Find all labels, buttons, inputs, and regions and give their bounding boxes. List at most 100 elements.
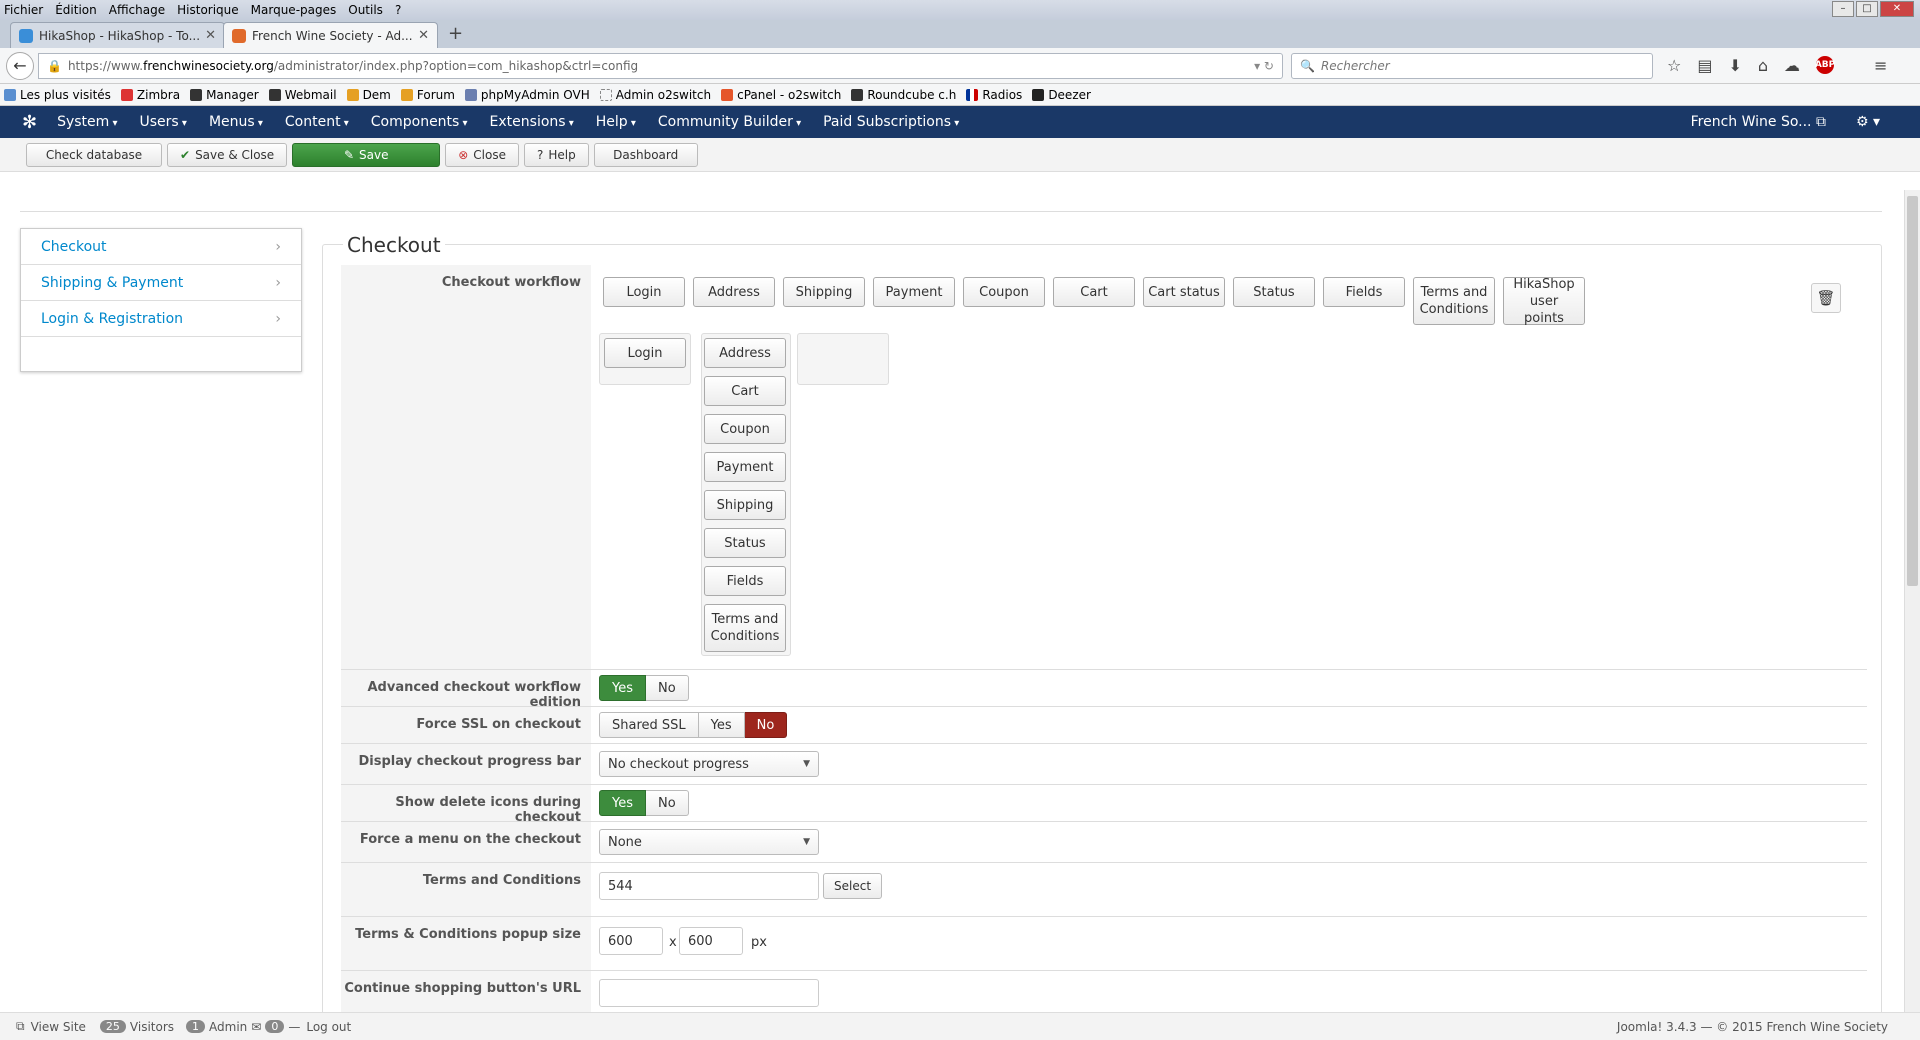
url-bar[interactable]: 🔒 https://www. frenchwinesociety.org/admi…	[38, 52, 1283, 79]
trash-icon[interactable]: 🗑	[1811, 283, 1841, 313]
chat-icon[interactable]: ☁	[1784, 56, 1800, 75]
menu-paid-subscriptions[interactable]: Paid Subscriptions	[823, 114, 959, 130]
close-button[interactable]: ⊗ Close	[445, 142, 519, 167]
dashboard-button[interactable]: Dashboard	[593, 142, 698, 167]
workflow-step-item[interactable]: Fields	[704, 566, 786, 596]
workflow-palette-payment[interactable]: Payment	[873, 277, 955, 307]
workflow-step-item[interactable]: Shipping	[704, 490, 786, 520]
mail-icon[interactable]: ✉	[251, 1020, 261, 1034]
bookmark-item[interactable]: Webmail	[268, 88, 337, 102]
close-tab-icon[interactable]: ✕	[418, 28, 429, 43]
workflow-step-item[interactable]: Cart	[704, 376, 786, 406]
tab-hikashop[interactable]: HikaShop - HikaShop - To... ✕	[10, 22, 225, 48]
terms-article-input[interactable]: 544	[599, 872, 819, 900]
menu-menus[interactable]: Menus	[209, 114, 263, 130]
download-icon[interactable]: ⬇	[1728, 56, 1741, 75]
bookmark-item[interactable]: phpMyAdmin OVH	[464, 88, 590, 102]
workflow-palette-address[interactable]: Address	[693, 277, 775, 307]
site-link[interactable]: French Wine So... ⧉	[1691, 114, 1826, 130]
bookmark-item[interactable]: Zimbra	[120, 88, 180, 102]
popup-height-input[interactable]: 600	[679, 927, 743, 955]
workflow-palette-status[interactable]: Status	[1233, 277, 1315, 307]
sidebar-item-login-registration[interactable]: Login & Registration ›	[21, 301, 301, 337]
yes-button[interactable]: Yes	[599, 790, 646, 816]
bookmark-item[interactable]: Deezer	[1032, 88, 1091, 102]
no-button[interactable]: No	[646, 675, 689, 701]
workflow-palette-cart[interactable]: Cart	[1053, 277, 1135, 307]
check-database-button[interactable]: Check database	[26, 142, 162, 167]
hamburger-menu-icon[interactable]: ≡	[1874, 56, 1887, 75]
workflow-step-item[interactable]: Terms and Conditions	[704, 604, 786, 652]
back-button[interactable]: ←	[6, 51, 34, 80]
no-button[interactable]: No	[646, 790, 689, 816]
bookmark-item[interactable]: Radios	[966, 88, 1022, 102]
menu-edition[interactable]: Édition	[55, 3, 97, 17]
workflow-step-item[interactable]: Status	[704, 528, 786, 558]
adblock-icon[interactable]: ABP	[1815, 56, 1835, 74]
close-tab-icon[interactable]: ✕	[205, 28, 216, 43]
tab-french-wine-society[interactable]: French Wine Society - Ad... ✕	[223, 22, 438, 48]
workflow-palette-fields[interactable]: Fields	[1323, 277, 1405, 307]
search-input[interactable]: 🔍 Rechercher	[1291, 52, 1653, 79]
star-icon[interactable]: ☆	[1667, 56, 1681, 75]
close-window-button[interactable]: ✕	[1880, 1, 1914, 17]
home-icon[interactable]: ⌂	[1758, 56, 1768, 75]
menu-extensions[interactable]: Extensions	[490, 114, 574, 130]
save-close-button[interactable]: ✔ Save & Close	[167, 142, 288, 167]
continue-url-input[interactable]	[599, 979, 819, 1007]
menu-help[interactable]: Help	[596, 114, 636, 130]
bookmark-item[interactable]: Roundcube c.h	[851, 88, 956, 102]
workflow-step-item[interactable]: Address	[704, 338, 786, 368]
workflow-palette-terms[interactable]: Terms and Conditions	[1413, 277, 1495, 325]
menu-help[interactable]: ?	[395, 3, 401, 17]
view-site-link[interactable]: View Site	[31, 1020, 86, 1034]
bookmark-item[interactable]: Forum	[400, 88, 455, 102]
menu-components[interactable]: Components	[371, 114, 468, 130]
workflow-palette-login[interactable]: Login	[603, 277, 685, 307]
force-menu-select[interactable]: None ▼	[599, 829, 819, 855]
new-tab-icon[interactable]: +	[448, 23, 463, 44]
select-article-button[interactable]: Select	[823, 873, 883, 899]
workflow-step-new[interactable]	[797, 333, 889, 385]
menu-community-builder[interactable]: Community Builder	[658, 114, 801, 130]
menu-outils[interactable]: Outils	[348, 3, 383, 17]
workflow-palette-cart-status[interactable]: Cart status	[1143, 277, 1225, 307]
joomla-logo-icon[interactable]: ✻	[22, 112, 37, 133]
yes-button[interactable]: Yes	[599, 675, 646, 701]
bookmark-item[interactable]: Dem	[346, 88, 391, 102]
yes-button[interactable]: Yes	[698, 712, 745, 738]
menu-marque-pages[interactable]: Marque-pages	[251, 3, 337, 17]
workflow-step-item[interactable]: Login	[604, 338, 686, 368]
menu-system[interactable]: System	[57, 114, 117, 130]
menu-fichier[interactable]: Fichier	[4, 3, 43, 17]
menu-users[interactable]: Users	[140, 114, 187, 130]
menu-content[interactable]: Content	[285, 114, 349, 130]
popup-width-input[interactable]: 600	[599, 927, 663, 955]
bookmark-item[interactable]: Les plus visités	[4, 88, 111, 102]
workflow-palette-user-points[interactable]: HikaShop user points	[1503, 277, 1585, 326]
reading-list-icon[interactable]: ▤	[1697, 56, 1712, 75]
save-button[interactable]: ✎ Save	[292, 142, 441, 167]
menu-affichage[interactable]: Affichage	[109, 3, 165, 17]
reload-icon[interactable]: ▾ ↻	[1254, 59, 1274, 73]
bookmark-item[interactable]: Manager	[190, 88, 259, 102]
minimize-button[interactable]: –	[1832, 1, 1854, 17]
sidebar-item-shipping-payment[interactable]: Shipping & Payment ›	[21, 265, 301, 301]
logout-link[interactable]: Log out	[306, 1020, 351, 1034]
workflow-palette-shipping[interactable]: Shipping	[783, 277, 865, 307]
scrollbar-thumb[interactable]	[1907, 196, 1918, 586]
progress-bar-select[interactable]: No checkout progress ▼	[599, 751, 819, 777]
menu-historique[interactable]: Historique	[177, 3, 239, 17]
bookmark-item[interactable]: cPanel - o2switch	[721, 88, 841, 102]
shared-ssl-button[interactable]: Shared SSL	[599, 712, 699, 738]
maximize-button[interactable]: □	[1856, 1, 1878, 17]
help-button[interactable]: ? Help	[523, 142, 589, 167]
workflow-step-item[interactable]: Payment	[704, 452, 786, 482]
bookmark-item[interactable]: Admin o2switch	[599, 88, 711, 102]
gear-icon[interactable]: ⚙ ▾	[1856, 114, 1880, 130]
workflow-step-item[interactable]: Coupon	[704, 414, 786, 444]
page-scrollbar[interactable]	[1904, 190, 1920, 1012]
workflow-palette-coupon[interactable]: Coupon	[963, 277, 1045, 307]
sidebar-item-checkout[interactable]: Checkout ›	[21, 229, 301, 265]
no-button[interactable]: No	[744, 712, 788, 738]
